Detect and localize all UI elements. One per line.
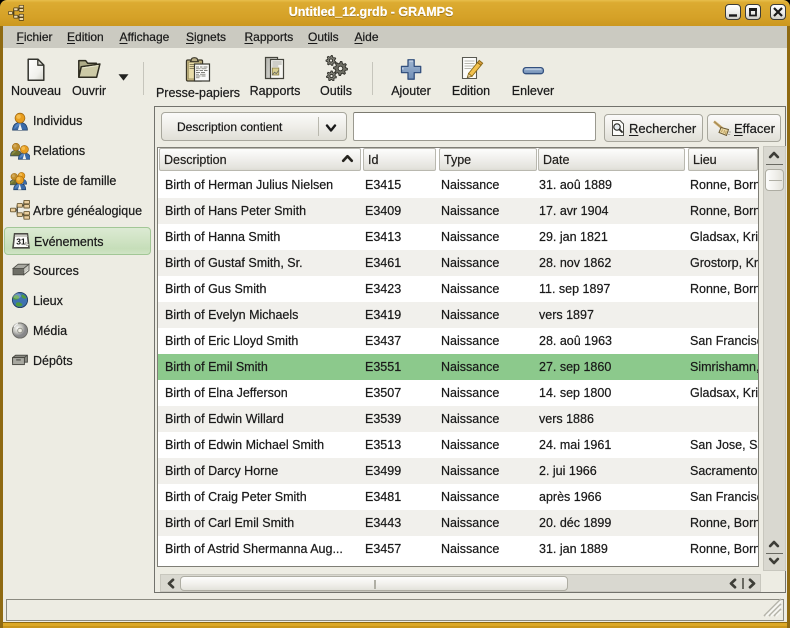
svg-text:31: 31 xyxy=(16,237,26,247)
